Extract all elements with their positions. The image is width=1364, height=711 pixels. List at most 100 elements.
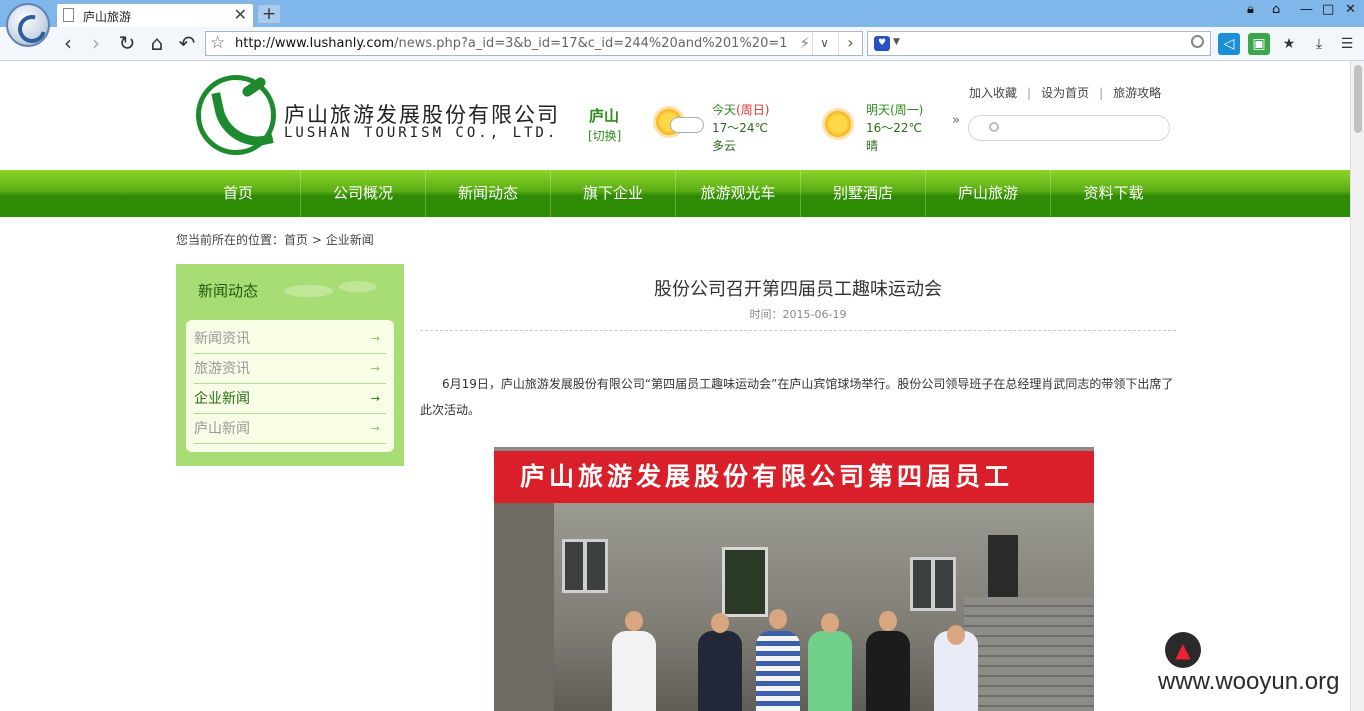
arrow-right-icon: → [370, 422, 380, 435]
home-icon[interactable]: ⌂ [145, 32, 169, 56]
sidebar-toggle-icon[interactable]: ◁ [1218, 33, 1240, 55]
browser-search-input[interactable]: ♥ ▼ [867, 31, 1211, 56]
article-body: 6月19日，庐山旅游发展股份有限公司“第四届员工趣味运动会”在庐山宾馆球场举行。… [420, 377, 1174, 417]
window-close-icon[interactable]: ✕ [1345, 2, 1356, 17]
photo-person-head [947, 625, 965, 645]
lock-icon[interactable]: 🔒︎ [1247, 2, 1254, 17]
browser-tab-strip: 庐山旅游 ✕ + 🔒︎ ⌂ — □ ✕ [0, 0, 1364, 47]
maximize-icon[interactable]: □ [1322, 2, 1334, 17]
photo-stairs [964, 597, 1094, 711]
breadcrumb-current[interactable]: 企业新闻 [326, 233, 374, 247]
nav-company-profile[interactable]: 公司概况 [301, 170, 426, 217]
back-to-top-icon[interactable]: ▲ [1165, 632, 1201, 668]
page-icon [63, 8, 74, 22]
search-icon[interactable] [989, 122, 999, 132]
breadcrumb-prefix: 您当前所在的位置： [176, 233, 285, 247]
travel-guide-link[interactable]: 旅游攻略 [1113, 86, 1161, 100]
arrow-right-icon: → [370, 332, 380, 345]
engine-dropdown-icon[interactable]: ▼ [893, 37, 900, 47]
article-time: 时间：2015-06-19 [749, 308, 847, 321]
weather-tomorrow-label: 明天(周一) [866, 103, 924, 117]
search-icon[interactable] [1191, 35, 1204, 48]
photo-window [910, 557, 956, 611]
sunny-icon [825, 111, 851, 137]
weather-today-condition: 多云 [712, 139, 737, 153]
weather-tomorrow-condition: 晴 [866, 139, 879, 153]
url-text[interactable]: http://www.lushanly.com/news.php?a_id=3&… [235, 36, 788, 51]
breadcrumb-home-link[interactable]: 首页 [284, 233, 308, 247]
page-scrollbar[interactable] [1350, 61, 1364, 711]
add-favorite-link[interactable]: 加入收藏 [969, 86, 1017, 100]
address-bar[interactable]: ☆ http://www.lushanly.com/news.php?a_id=… [205, 31, 863, 56]
photo-person-head [711, 613, 729, 633]
watermark: www.wooyun.org [1158, 668, 1340, 695]
browser-logo-icon[interactable] [6, 3, 50, 47]
nav-home[interactable]: 首页 [176, 170, 301, 217]
nav-news[interactable]: 新闻动态 [426, 170, 551, 217]
menu-icon[interactable]: ☰ [1336, 33, 1358, 55]
refresh-icon[interactable]: ↻ [115, 32, 139, 56]
sidebar-item-label: 新闻资讯 [194, 331, 250, 347]
set-homepage-link[interactable]: 设为首页 [1041, 86, 1089, 100]
photo-person-head [821, 613, 839, 633]
cloud-icon [670, 117, 704, 133]
flash-icon[interactable]: ⚡︎ [799, 34, 810, 52]
skin-icon[interactable]: ⌂ [1272, 2, 1280, 17]
download-icon[interactable]: ⤓ [1308, 33, 1330, 55]
browser-tab[interactable]: 庐山旅游 ✕ [56, 3, 254, 27]
arrow-right-icon: → [370, 362, 380, 375]
back-icon[interactable]: ‹ [56, 32, 80, 56]
sidebar-item-travel-info[interactable]: 旅游资讯 → [194, 354, 386, 384]
site-search-input[interactable] [968, 115, 1170, 141]
tab-close-icon[interactable]: ✕ [234, 5, 247, 24]
sidebar-item-label: 旅游资讯 [194, 361, 250, 377]
logo-english-name: LUSHAN TOURISM CO., LTD. [284, 125, 559, 141]
weather-today-temp: 17～24℃ [712, 121, 769, 135]
photo-person [698, 631, 742, 711]
undo-icon[interactable]: ↶ [175, 32, 199, 56]
weather-city: 庐山 [589, 107, 620, 125]
weather-more-icon[interactable]: » [952, 113, 960, 128]
nav-sightseeing-bus[interactable]: 旅游观光车 [676, 170, 801, 217]
photo-person [808, 631, 852, 711]
sidebar-title: 新闻动态 [198, 282, 259, 300]
article-divider [420, 330, 1176, 331]
nav-lushan-tourism[interactable]: 庐山旅游 [926, 170, 1051, 217]
photo-stone-wall [494, 503, 554, 711]
scrollbar-thumb[interactable] [1354, 65, 1362, 133]
nav-villa-hotel[interactable]: 别墅酒店 [801, 170, 926, 217]
sidebar: 新闻动态 新闻资讯 → 旅游资讯 → 企业新闻 → 庐山新闻 → [176, 264, 404, 466]
favorites-icon[interactable]: ★ [1278, 33, 1300, 55]
link-separator: | [1099, 86, 1104, 100]
photo-door [722, 547, 768, 617]
sidebar-item-news-info[interactable]: 新闻资讯 → [194, 324, 386, 354]
city-switch-link[interactable]: [切换] [588, 127, 621, 144]
sidebar-item-lushan-news[interactable]: 庐山新闻 → [194, 414, 386, 444]
tab-title: 庐山旅游 [83, 10, 132, 24]
main-nav: 首页 公司概况 新闻动态 旗下企业 旅游观光车 别墅酒店 庐山旅游 资料下载 [0, 170, 1350, 217]
photo-person [866, 631, 910, 711]
minimize-icon[interactable]: — [1300, 2, 1313, 17]
photo-person-head [769, 609, 787, 629]
bookmark-star-icon[interactable]: ☆ [210, 33, 225, 53]
url-dropdown-icon[interactable]: ∨ [812, 32, 836, 55]
nav-downloads[interactable]: 资料下载 [1051, 170, 1176, 217]
article-photo: 庐山旅游发展股份有限公司第四届员工 [494, 447, 1094, 711]
forward-icon[interactable]: › [84, 32, 108, 56]
article-title: 股份公司召开第四届员工趣味运动会 [654, 279, 942, 300]
weather-today-label: 今天(周日) [712, 103, 770, 117]
search-engine-icon[interactable]: ♥ [874, 36, 890, 51]
new-tab-button[interactable]: + [257, 4, 281, 24]
arrow-right-icon: → [370, 392, 380, 405]
weather-tomorrow-temp: 16～22℃ [866, 121, 923, 135]
sidebar-item-company-news[interactable]: 企业新闻 → [194, 384, 386, 414]
photo-window [562, 539, 608, 593]
company-logo-icon[interactable] [196, 75, 276, 155]
sidebar-list: 新闻资讯 → 旅游资讯 → 企业新闻 → 庐山新闻 → [186, 320, 394, 452]
breadcrumb-separator: > [308, 233, 326, 247]
crop-icon[interactable]: ▣ [1248, 33, 1270, 55]
go-icon[interactable]: › [838, 32, 862, 55]
nav-subsidiaries[interactable]: 旗下企业 [551, 170, 676, 217]
photo-person [756, 631, 800, 711]
top-links: 加入收藏 | 设为首页 | 旅游攻略 [969, 84, 1161, 101]
